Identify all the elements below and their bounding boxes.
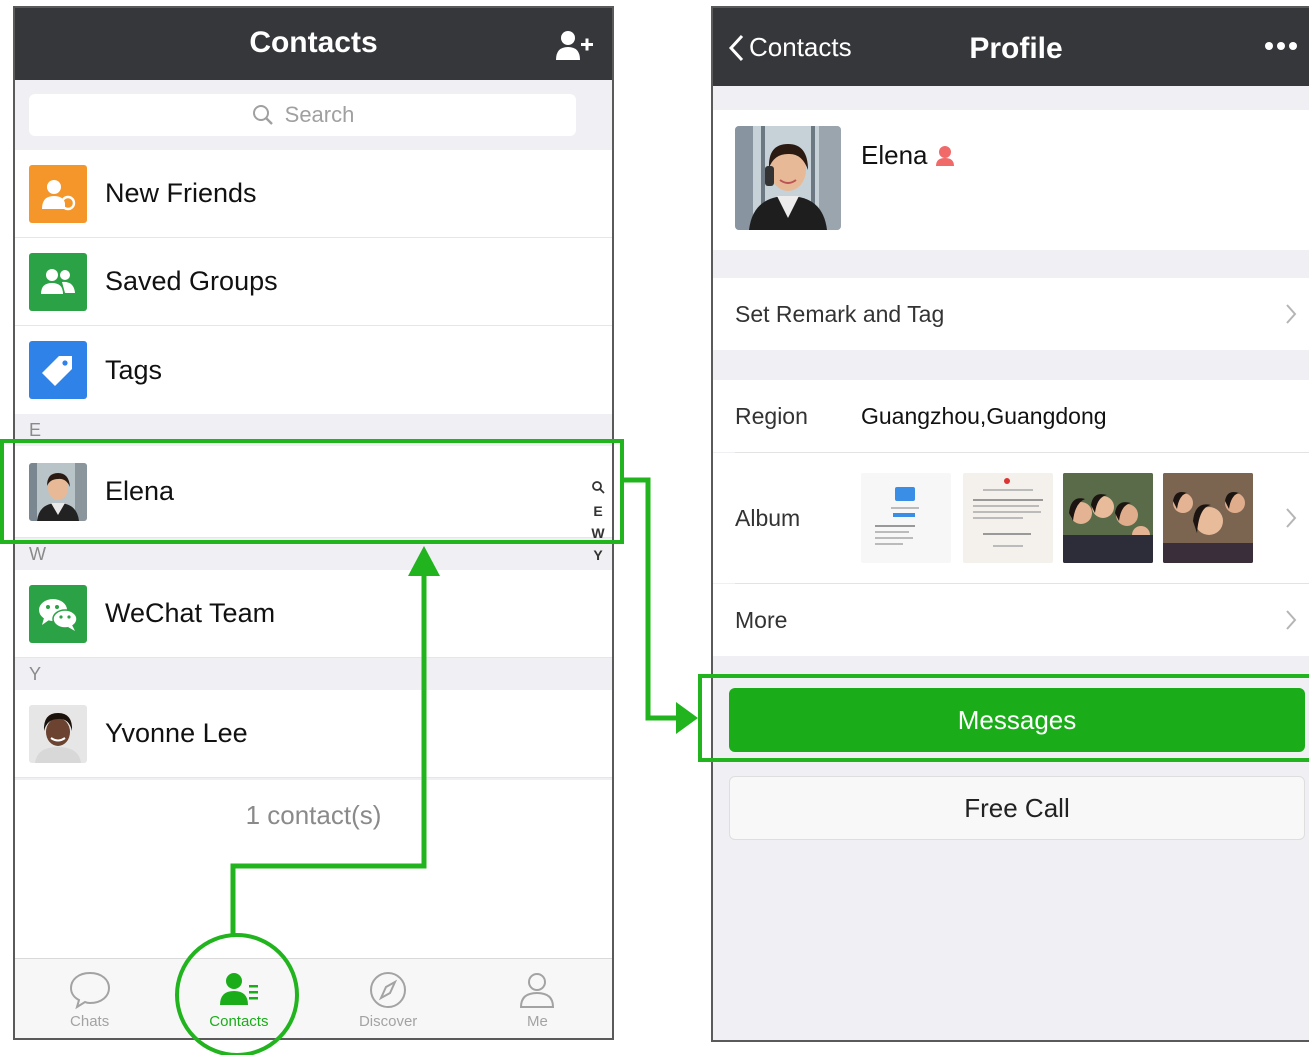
wechat-logo-icon	[29, 584, 87, 643]
chat-bubble-icon	[69, 971, 110, 1010]
more-label: More	[735, 606, 788, 633]
arrow-right-line	[624, 477, 680, 721]
search-icon	[252, 105, 273, 125]
section-header-w: W	[15, 538, 612, 570]
index-letter[interactable]: Y	[590, 544, 606, 566]
new-friends-item[interactable]: New Friends	[15, 150, 612, 238]
contact-name: Yvonne Lee	[105, 718, 248, 748]
avatar	[29, 462, 87, 521]
contacts-icon	[219, 973, 258, 1005]
profile-name: Elena	[861, 140, 956, 171]
index-letter[interactable]: E	[590, 500, 606, 522]
contacts-navbar: Contacts	[15, 8, 612, 80]
tab-chats[interactable]: Chats	[15, 959, 164, 1038]
tab-me[interactable]: Me	[463, 959, 612, 1038]
saved-groups-icon	[29, 252, 87, 311]
album-photo	[1063, 473, 1153, 563]
album-label: Album	[735, 504, 801, 531]
chevron-right-icon	[1286, 304, 1297, 324]
profile-screen: Contacts Profile Elena Set Remark and Ta…	[711, 6, 1309, 1042]
search-area: Search	[15, 80, 612, 150]
profile-name-text: Elena	[861, 140, 928, 170]
free-call-button[interactable]: Free Call	[729, 776, 1305, 840]
contact-row-wechat-team[interactable]: WeChat Team	[15, 570, 612, 658]
region-row: Region Guangzhou,Guangdong	[713, 380, 1309, 452]
profile-navbar: Contacts Profile	[713, 8, 1309, 86]
add-contact-icon[interactable]	[554, 28, 594, 62]
tab-contacts[interactable]: Contacts	[164, 959, 313, 1038]
contacts-list: New Friends Saved Groups Tags E Elena W …	[15, 150, 612, 778]
profile-avatar[interactable]	[735, 126, 841, 230]
tags-label: Tags	[105, 354, 163, 385]
tab-label: Chats	[70, 1013, 110, 1030]
more-options-icon[interactable]	[1261, 36, 1301, 56]
contact-name: Elena	[105, 476, 175, 506]
messages-button[interactable]: Messages	[729, 688, 1305, 752]
person-icon	[520, 973, 555, 1008]
new-friends-icon	[29, 164, 87, 223]
index-search-icon[interactable]	[590, 478, 606, 500]
tab-label: Me	[526, 1013, 548, 1030]
section-header-e: E	[15, 414, 612, 446]
index-letter[interactable]: W	[590, 522, 606, 544]
contact-name: WeChat Team	[105, 598, 276, 628]
new-friends-label: New Friends	[105, 178, 257, 208]
region-value: Guangzhou,Guangdong	[861, 402, 1107, 429]
saved-groups-label: Saved Groups	[105, 266, 278, 296]
region-label: Region	[735, 402, 808, 429]
chevron-right-icon	[1286, 610, 1297, 630]
album-photo	[963, 473, 1053, 563]
contact-row-elena[interactable]: Elena	[15, 446, 612, 538]
compass-icon	[370, 972, 407, 1008]
contact-count: 1 contact(s)	[245, 800, 382, 830]
tab-label: Discover	[358, 1013, 418, 1030]
album-photo	[1163, 473, 1253, 563]
saved-groups-item[interactable]: Saved Groups	[15, 238, 612, 326]
avatar	[29, 704, 87, 763]
remark-label: Set Remark and Tag	[735, 300, 945, 327]
album-photo	[861, 473, 951, 563]
section-header-y: Y	[15, 658, 612, 690]
tab-discover[interactable]: Discover	[314, 959, 463, 1038]
search-placeholder: Search	[284, 102, 355, 127]
profile-card: Elena	[713, 110, 1309, 250]
contact-row-yvonne-lee[interactable]: Yvonne Lee	[15, 690, 612, 778]
alphabet-index[interactable]: E W Y	[590, 478, 606, 566]
contacts-screen: Contacts Search New Friends Saved Groups…	[13, 6, 614, 1040]
more-row[interactable]: More	[713, 584, 1309, 656]
album-row[interactable]: Album	[713, 453, 1309, 583]
tags-item[interactable]: Tags	[15, 326, 612, 414]
search-input[interactable]: Search	[29, 94, 576, 136]
tab-label: Contacts	[209, 1013, 269, 1030]
female-gender-icon	[935, 145, 954, 166]
arrow-right-head	[676, 702, 698, 734]
tags-icon	[29, 341, 87, 399]
page-title: Profile	[969, 32, 1063, 65]
set-remark-and-tag-row[interactable]: Set Remark and Tag	[713, 278, 1309, 350]
chevron-right-icon	[1286, 508, 1297, 528]
tab-bar: Chats Contacts Discover Me	[15, 958, 612, 1038]
page-title: Contacts	[249, 26, 378, 59]
